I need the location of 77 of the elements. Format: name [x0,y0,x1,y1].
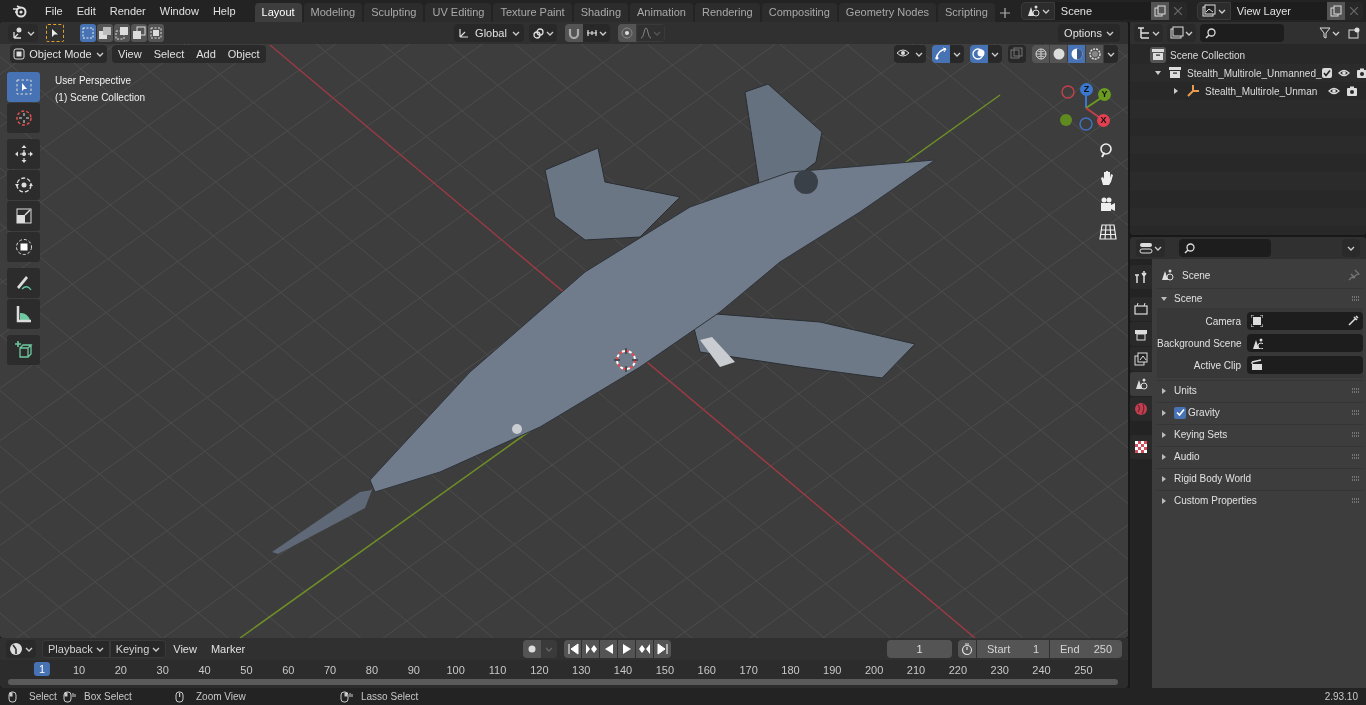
field-label: Camera [1204,314,1241,329]
frame-number: 40 [198,663,211,677]
workspace-tab[interactable]: Compositing [761,3,837,22]
status-hint: Select [29,690,57,704]
axis-label[interactable]: Z [1080,83,1093,96]
version-label: 2.93.10 [1324,690,1358,704]
frame-number: 10 [72,663,86,677]
end-frame-field[interactable]: End 250 [1050,640,1122,658]
menu-dropdown[interactable]: Playback [42,640,110,658]
frame-number: 190 [823,663,842,677]
tree-item-label[interactable]: Stealth_Multirole_Unman [1205,83,1322,99]
menu-item[interactable]: Edit [71,1,101,21]
workspace-tab[interactable]: Animation [630,3,693,22]
menu-dropdown[interactable]: Keying [109,640,167,658]
frame-number: 90 [407,663,420,677]
status-hint: Box Select [84,690,132,704]
menu-item[interactable]: Add [190,45,222,63]
frame-number: 210 [906,663,926,677]
mode-dropdown[interactable]: Object Mode [10,45,107,63]
frame-number: 170 [739,663,758,677]
frame-number: 220 [948,663,967,677]
viewport-info-text: User Perspective [55,74,133,87]
menu-item[interactable]: Render [104,1,151,21]
menu-item[interactable]: View [166,640,204,658]
menu-item[interactable]: Window [154,1,204,21]
workspace-tab[interactable]: UV Editing [425,3,492,22]
frame-number: 240 [1032,663,1051,677]
workspace-tab[interactable]: Rendering [694,3,760,22]
panel-header[interactable]: Gravity [1157,402,1363,422]
frame-number: 70 [323,663,337,677]
frame-number: 100 [446,663,465,677]
workspace-tab[interactable]: Texture Paint [493,3,572,22]
scene-field[interactable]: Scene [1054,2,1151,20]
frame-number: 250 [1074,663,1093,677]
frame-number: 20 [114,663,127,677]
menu-item[interactable]: Marker [203,640,253,658]
3d-viewport[interactable]: Global Options Object Mode View Select Add Object User Perspective (1) Scene Collection Z Y X [0,22,1128,638]
frame-number: 140 [613,663,633,677]
frame-number: 50 [240,663,253,677]
menu-item[interactable]: Select [147,45,191,63]
options-dropdown[interactable]: Options [1058,24,1120,42]
frame-number: 120 [530,663,549,677]
workspace-tab[interactable]: Shading [573,3,629,22]
frame-number: 130 [572,663,591,677]
status-hint: Zoom View [196,690,246,704]
frame-number: 230 [990,663,1009,677]
workspace-tab[interactable]: Sculpting [364,3,424,22]
menu-item[interactable]: View [112,45,148,63]
status-hint: Lasso Select [361,690,419,704]
context-label: Scene [1182,268,1211,283]
menu-item[interactable]: Help [207,1,241,21]
workspace-tab[interactable]: Geometry Nodes [838,3,936,22]
frame-number: 110 [488,663,507,677]
transform-orientation-dropdown[interactable]: Global [454,24,524,42]
frame-number: 80 [365,663,379,677]
tree-item-label[interactable]: Stealth_Multirole_Unmanned_ [1187,65,1322,81]
axis-label[interactable]: X [1097,114,1110,127]
start-frame-field[interactable]: Start 1 [977,640,1049,658]
current-frame-field[interactable]: 1 [887,640,952,658]
frame-number: 150 [655,663,675,677]
frame-number: 200 [864,663,884,677]
tree-item-label[interactable]: Scene Collection [1170,47,1246,63]
frame-number: 160 [697,663,716,677]
axis-label[interactable]: Y [1098,88,1111,101]
field-label: Background Scene [1157,336,1241,351]
view-layer-field[interactable]: View Layer [1230,2,1327,20]
workspace-tab[interactable]: Modeling [303,3,363,22]
menu-item[interactable]: Object [221,45,266,63]
frame-number: 180 [781,663,800,677]
field-label: Active Clip [1192,358,1241,373]
workspace-tab[interactable]: Layout [254,3,302,22]
menu-item[interactable]: File [40,1,68,21]
frame-number: 60 [282,663,295,677]
workspace-tab[interactable]: Scripting [938,3,995,22]
frame-number: 30 [156,663,169,677]
current-frame-marker: 1 [33,662,51,676]
viewport-info-text: (1) Scene Collection [55,91,146,104]
